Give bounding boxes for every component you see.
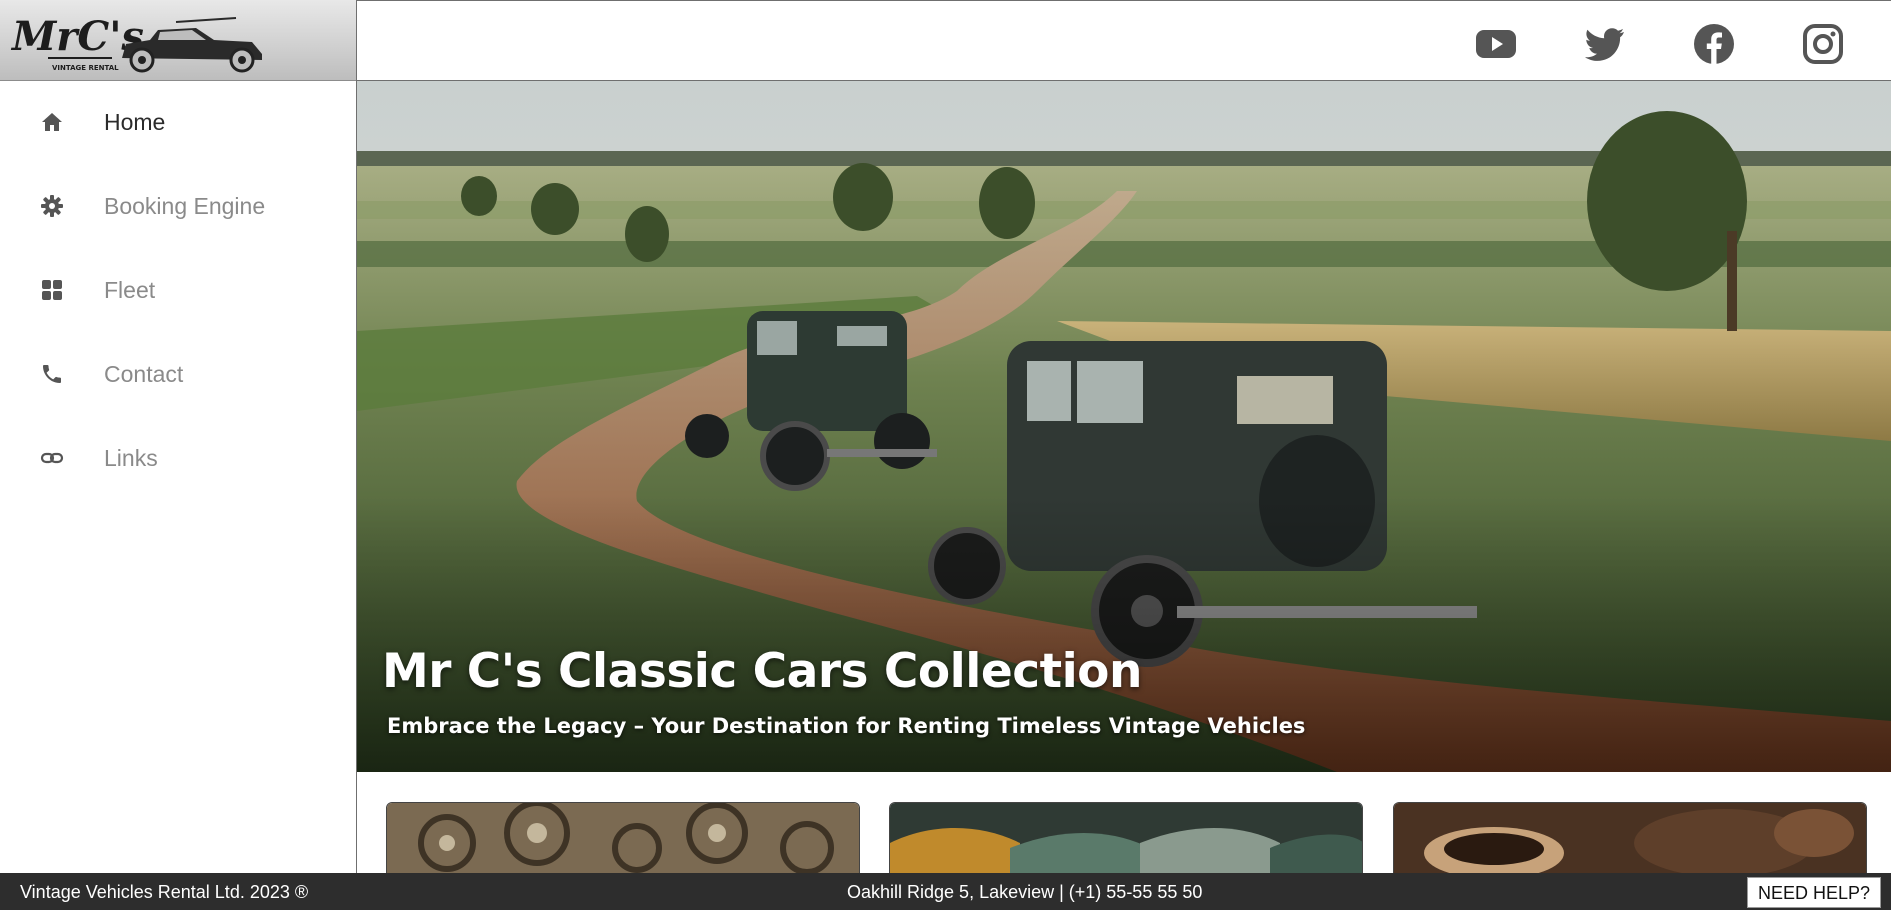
twitter-icon[interactable] xyxy=(1584,23,1626,65)
hero-title: Mr C's Classic Cars Collection xyxy=(382,644,1142,699)
need-help-button[interactable]: NEED HELP? xyxy=(1746,877,1881,908)
sidebar-item-label: Booking Engine xyxy=(104,193,266,219)
youtube-icon[interactable] xyxy=(1475,23,1517,65)
sidebar-item-label: Home xyxy=(104,109,166,135)
page: MrC's VINTAGE RENTAL Home Booking Engine… xyxy=(0,0,1891,910)
sidebar-item-label: Fleet xyxy=(104,277,156,303)
hero-banner: Mr C's Classic Cars Collection Embrace t… xyxy=(357,81,1891,772)
sidebar-item-fleet[interactable]: Fleet xyxy=(0,258,356,322)
sidebar-item-home[interactable]: Home xyxy=(0,90,356,154)
sidebar-item-label: Links xyxy=(104,445,158,471)
instagram-icon[interactable] xyxy=(1802,23,1844,65)
sidebar-item-label: Contact xyxy=(104,361,184,387)
card-image-cars xyxy=(890,803,1362,881)
link-icon xyxy=(40,452,64,464)
card-image-gears xyxy=(387,803,859,881)
logo-image: MrC's VINTAGE RENTAL xyxy=(10,13,262,73)
facebook-icon[interactable] xyxy=(1693,23,1735,65)
card-image-coffee xyxy=(1394,803,1866,881)
footer-copyright: Vintage Vehicles Rental Ltd. 2023 ® xyxy=(20,882,309,902)
brand-logo[interactable]: MrC's VINTAGE RENTAL xyxy=(0,0,356,81)
sidebar-item-links[interactable]: Links xyxy=(0,426,356,490)
feature-card-gears[interactable] xyxy=(386,802,860,882)
phone-icon xyxy=(43,365,61,383)
sidebar: MrC's VINTAGE RENTAL Home Booking Engine… xyxy=(0,0,357,873)
feature-card-fleet[interactable] xyxy=(889,802,1363,882)
sidebar-item-contact[interactable]: Contact xyxy=(0,342,356,406)
hero-subtitle: Embrace the Legacy – Your Destination fo… xyxy=(387,714,1306,738)
feature-card-coffee[interactable] xyxy=(1393,802,1867,882)
gear-icon xyxy=(41,195,63,217)
logo-tagline: VINTAGE RENTAL xyxy=(52,64,119,72)
sidebar-item-booking-engine[interactable]: Booking Engine xyxy=(0,174,356,238)
top-header xyxy=(357,0,1891,81)
footer-address: Oakhill Ridge 5, Lakeview | (+1) 55-55 5… xyxy=(847,882,1203,902)
grid-icon xyxy=(42,280,62,300)
footer: Vintage Vehicles Rental Ltd. 2023 ® Oakh… xyxy=(0,873,1891,910)
home-icon xyxy=(42,113,62,131)
